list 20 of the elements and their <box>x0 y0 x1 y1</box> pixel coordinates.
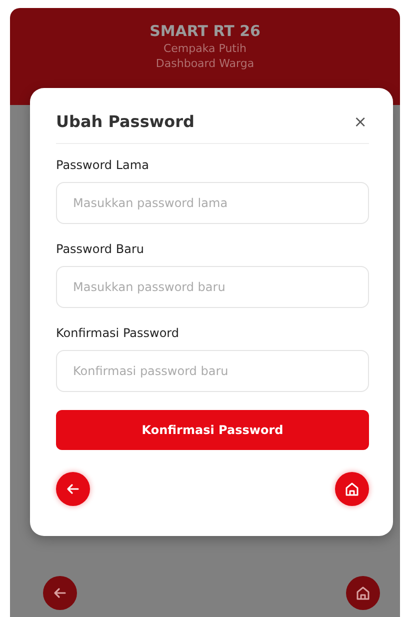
field-label: Konfirmasi Password <box>56 326 180 340</box>
field-label: Password Lama <box>56 158 150 172</box>
confirm-password-button[interactable]: Konfirmasi Password <box>56 410 369 450</box>
back-button[interactable] <box>43 576 77 610</box>
app-title: SMART RT 26 <box>150 22 260 41</box>
header-subtitle: Dashboard Warga <box>156 56 254 71</box>
home-button[interactable] <box>346 576 380 610</box>
dialog-title: Ubah Password <box>56 112 194 131</box>
back-button[interactable] <box>56 472 90 506</box>
header-subtitle: Cempaka Putih <box>163 41 247 56</box>
password-field[interactable]: Konfirmasi password baru <box>56 350 369 392</box>
password-field[interactable]: Masukkan password baru <box>56 266 369 308</box>
arrow-left-icon <box>53 586 67 600</box>
arrow-left-icon <box>66 482 80 496</box>
home-icon <box>355 585 371 601</box>
close-button[interactable]: × <box>352 112 369 131</box>
home-button[interactable] <box>335 472 369 506</box>
home-icon <box>344 481 360 497</box>
field-label: Password Baru <box>56 242 145 256</box>
password-field[interactable]: Masukkan password lama <box>56 182 369 224</box>
